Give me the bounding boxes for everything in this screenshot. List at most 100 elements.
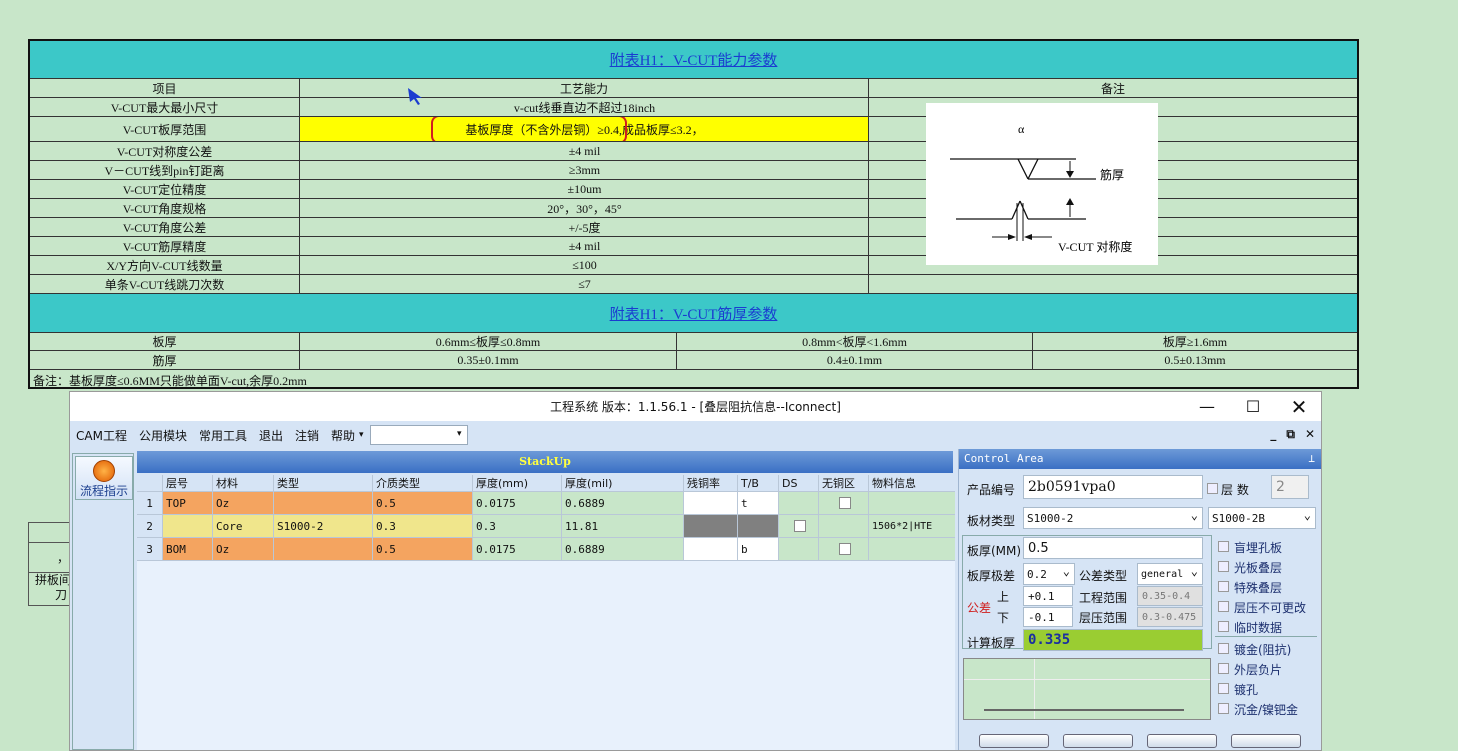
option-checkbox[interactable] [1218, 643, 1229, 654]
maximize-icon[interactable]: ☐ [1230, 392, 1276, 421]
option-checkbox[interactable] [1218, 663, 1229, 674]
thickness-label: 板厚(MM) [967, 544, 1022, 558]
layers-field[interactable]: 2 [1271, 475, 1309, 499]
window-titlebar[interactable]: 工程系统 版本：1.1.56.1 - [叠层阻抗信息--Iconnect] — … [70, 392, 1321, 421]
vcut-diagram-svg: α 筋厚 V-CUT 对称度 [950, 122, 1132, 254]
menu-logout[interactable]: 注销 [295, 427, 319, 444]
row-cap: ±10um [567, 181, 602, 196]
grid-corner[interactable] [137, 475, 163, 491]
col-material[interactable]: 材料 [213, 475, 274, 491]
col-header-item: 项目 [30, 79, 300, 97]
grid-header-row: 层号 材料 类型 介质类型 厚度(mm) 厚度(mil) 残铜率 T/B DS … [137, 475, 955, 492]
col-ds[interactable]: DS [779, 475, 819, 491]
note-text: 备注：基板厚度≤0.6MM只能做单面V-cut,余厚0.2mm [33, 374, 307, 388]
stackup-panel: StackUp 层号 材料 类型 介质类型 厚度(mm) 厚度(mil) 残铜率… [137, 449, 955, 750]
option-label: 镀孔 [1234, 683, 1259, 697]
option-checkbox[interactable] [1218, 581, 1229, 592]
mdi-minimize-icon[interactable]: _ [1270, 427, 1276, 442]
row-item: 单条V-CUT线跳刀次数 [30, 275, 300, 293]
flow-icon [93, 460, 115, 482]
option-checkbox[interactable] [1218, 683, 1229, 694]
option-label: 沉金/镍钯金 [1234, 703, 1299, 717]
help-dropdown-icon[interactable]: ▾ [359, 430, 364, 440]
bottom-button[interactable] [1147, 734, 1217, 748]
option-checkbox[interactable] [1218, 703, 1229, 714]
option-label: 层压不可更改 [1234, 601, 1307, 615]
eng-range-field: 0.35-0.4 [1137, 586, 1203, 606]
control-area-title: Control Area ⊥ [959, 449, 1321, 469]
col-material-info[interactable]: 物料信息 [869, 475, 955, 491]
board-type-select[interactable]: S1000-2 [1023, 507, 1203, 529]
option-label: 特殊叠层 [1234, 581, 1283, 595]
t2-cell: 0.5±0.13mm [1164, 352, 1226, 367]
col-type[interactable]: 类型 [274, 475, 373, 491]
layers-label: 层 数 [1221, 483, 1249, 497]
pin-icon[interactable]: ⊥ [1308, 449, 1315, 469]
mdi-close-icon[interactable]: ✕ [1305, 427, 1315, 442]
close-icon[interactable]: ✕ [1276, 392, 1322, 421]
t2-cell: 板厚≥1.6mm [1162, 335, 1228, 349]
table-row[interactable]: 2 Core S1000-2 0.3 0.3 11.81 1506*2|HTE [137, 515, 955, 538]
lower-tol-field[interactable]: -0.1 [1023, 607, 1073, 627]
flow-indicator-button[interactable]: 流程指示 [75, 456, 133, 500]
row-cap: ±4 mil [568, 238, 601, 253]
menu-cam[interactable]: CAM工程 [76, 427, 127, 444]
minimize-icon[interactable]: — [1184, 392, 1230, 421]
bottom-button[interactable] [979, 734, 1049, 748]
col-tb[interactable]: T/B [738, 475, 779, 491]
option-label: 盲埋孔板 [1234, 541, 1283, 555]
option-checkbox[interactable] [1218, 561, 1229, 572]
row-cap: ≤100 [572, 257, 597, 272]
bottom-button[interactable] [1231, 734, 1301, 748]
no-copper-checkbox[interactable] [839, 497, 851, 509]
col-layer[interactable]: 层号 [163, 475, 213, 491]
table-row[interactable]: 1 TOP Oz 0.5 0.0175 0.6889 t [137, 492, 955, 515]
option-checkbox[interactable] [1218, 601, 1229, 612]
option-checkbox[interactable] [1218, 541, 1229, 552]
menu-help[interactable]: 帮助 [331, 427, 355, 444]
t2-cell: 筋厚 [30, 351, 300, 369]
tol-type-select[interactable]: general [1137, 563, 1203, 585]
table1-title[interactable]: 附表H1：V-CUT能力参数 [30, 41, 1357, 78]
calc-thickness-field: 0.335 [1023, 629, 1203, 651]
partial-background-table: ， 拼板间 刀 [28, 522, 72, 606]
col-thick-mil[interactable]: 厚度(mil) [562, 475, 684, 491]
red-ellipse-annotation [431, 117, 627, 141]
row-cap: v-cut线垂直边不超过18inch [513, 100, 656, 115]
row-cap: ≥3mm [568, 162, 601, 177]
tolerance-label: 公差 [967, 601, 992, 615]
col-no-copper[interactable]: 无铜区 [819, 475, 869, 491]
menu-public-module[interactable]: 公用模块 [139, 427, 187, 444]
row-cap: ≤7 [578, 276, 591, 291]
table-row[interactable]: 3 BOM Oz 0.5 0.0175 0.6889 b [137, 538, 955, 561]
thickness-tol-label: 板厚极差 [967, 569, 1016, 583]
product-label: 产品编号 [967, 483, 1016, 497]
thickness-field[interactable]: 0.5 [1023, 537, 1203, 559]
col-dielectric[interactable]: 介质类型 [373, 475, 473, 491]
rib-thickness-label: 筋厚 [1100, 167, 1124, 182]
menu-combo-box[interactable]: ▾ [369, 425, 468, 445]
bottom-button[interactable] [1063, 734, 1133, 748]
row-item: V-CUT角度公差 [30, 218, 300, 236]
row-item: V-CUT最大最小尺寸 [30, 98, 300, 116]
control-area-panel: Control Area ⊥ 产品编号 2b0591vpa0 层 数 2 板材类型… [958, 449, 1321, 750]
col-residual[interactable]: 残铜率 [684, 475, 738, 491]
option-checkbox[interactable] [1218, 621, 1229, 632]
row-item: X/Y方向V-CUT线数量 [30, 256, 300, 274]
board-type-select-2[interactable]: S1000-2B [1208, 507, 1316, 529]
col-header-remark: 备注 [1100, 81, 1125, 96]
menu-common-tools[interactable]: 常用工具 [199, 427, 247, 444]
menu-exit[interactable]: 退出 [259, 427, 283, 444]
col-thick-mm[interactable]: 厚度(mm) [473, 475, 562, 491]
eng-range-label: 工程范围 [1079, 591, 1128, 605]
mdi-restore-icon[interactable]: ⧉ [1286, 427, 1295, 442]
ds-checkbox[interactable] [794, 520, 806, 532]
lam-range-label: 层压范围 [1079, 611, 1128, 625]
no-copper-checkbox[interactable] [839, 543, 851, 555]
layers-checkbox[interactable] [1207, 483, 1218, 494]
thickness-tol-select[interactable]: 0.2 [1023, 563, 1075, 585]
product-number-field[interactable]: 2b0591vpa0 [1023, 475, 1203, 499]
table2-title[interactable]: 附表H1：V-CUT筋厚参数 [30, 294, 1357, 332]
stackup-title: StackUp [137, 451, 953, 473]
upper-tol-field[interactable]: +0.1 [1023, 586, 1073, 606]
